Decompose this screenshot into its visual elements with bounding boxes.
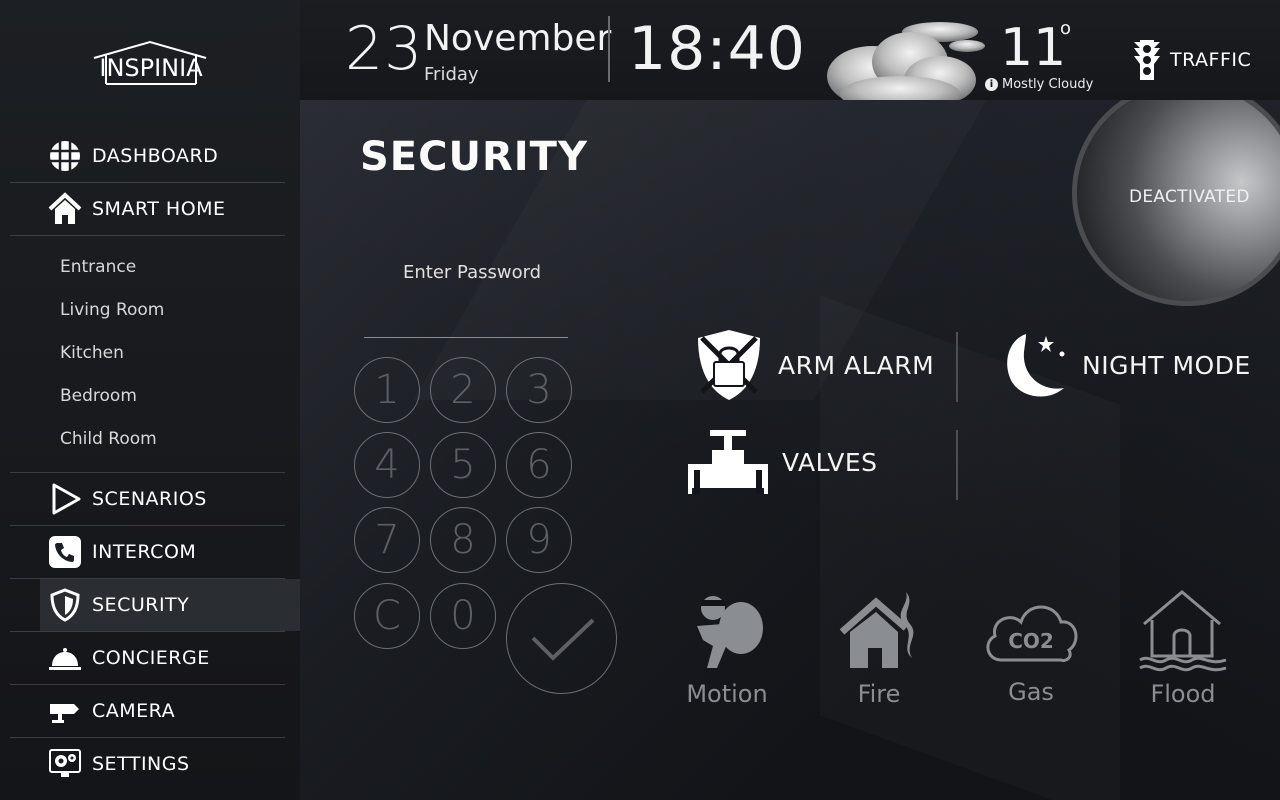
sensor-label: Motion: [686, 680, 768, 708]
date-weekday: Friday: [424, 64, 479, 85]
security-panel: DEACTIVATED SECURITY Enter Password 1 2 …: [300, 100, 1280, 800]
traffic-light-icon: [1134, 40, 1160, 80]
sidebar-item-label: SECURITY: [92, 594, 190, 616]
traffic-label: TRAFFIC: [1170, 49, 1252, 71]
sidebar-item-label: SCENARIOS: [92, 488, 207, 510]
cloud-icon: [827, 22, 985, 112]
play-icon: [48, 482, 82, 516]
grid-globe-icon: [48, 139, 82, 173]
sidebar-item-label: DASHBOARD: [92, 145, 219, 167]
sidebar-item-intercom[interactable]: INTERCOM: [0, 526, 300, 578]
sidebar-item-label: SMART HOME: [92, 198, 226, 220]
arm-alarm-label: ARM ALARM: [778, 350, 935, 380]
room-link-bedroom[interactable]: Bedroom: [60, 386, 137, 406]
keypad-key-3[interactable]: 3: [506, 357, 572, 423]
temperature-degree: o: [1060, 18, 1072, 39]
password-label: Enter Password: [403, 262, 542, 283]
temperature-value: 11: [1000, 18, 1067, 78]
action-divider: [956, 332, 958, 402]
sidebar-item-label: SETTINGS: [92, 753, 190, 775]
valves-label: VALVES: [782, 447, 878, 477]
phone-icon: [48, 535, 82, 569]
sensor-label: Fire: [857, 680, 901, 708]
sensor-motion[interactable]: Motion: [672, 588, 782, 708]
shield-lock-icon: [698, 330, 760, 400]
sidebar-item-concierge[interactable]: CONCIERGE: [0, 632, 300, 684]
burglar-icon: [697, 596, 763, 668]
traffic-button[interactable]: TRAFFIC: [1132, 36, 1251, 84]
keypad-key-2[interactable]: 2: [430, 357, 496, 423]
sidebar-item-security[interactable]: SECURITY: [40, 579, 300, 631]
co2-cloud-icon: CO2: [986, 605, 1078, 662]
inspinia-logo[interactable]: INSPINIA: [80, 38, 222, 90]
shield-icon: [48, 588, 82, 622]
keypad-key-9[interactable]: 9: [506, 507, 572, 573]
keypad-key-6[interactable]: 6: [506, 432, 572, 498]
keypad-key-8[interactable]: 8: [430, 507, 496, 573]
room-link-living-room[interactable]: Living Room: [60, 300, 164, 320]
room-link-child-room[interactable]: Child Room: [60, 429, 157, 449]
settings-gears-icon: [48, 747, 82, 781]
keypad-key-4[interactable]: 4: [354, 432, 420, 498]
sidebar-item-dashboard[interactable]: DASHBOARD: [0, 130, 300, 182]
valves-button[interactable]: VALVES: [688, 428, 878, 496]
sidebar-item-label: CONCIERGE: [92, 647, 210, 669]
home-icon: [48, 192, 82, 226]
room-link-entrance[interactable]: Entrance: [60, 257, 136, 277]
house-flood-icon: [1139, 590, 1227, 672]
keypad-key-7[interactable]: 7: [354, 507, 420, 573]
info-icon[interactable]: i: [985, 78, 998, 91]
sidebar-item-camera[interactable]: CAMERA: [0, 685, 300, 737]
header-divider: [608, 16, 610, 82]
action-divider: [956, 430, 958, 500]
arm-alarm-button[interactable]: ARM ALARM: [694, 328, 934, 402]
sidebar-item-smart-home[interactable]: SMART HOME: [0, 183, 300, 235]
sidebar-item-settings[interactable]: SETTINGS: [0, 738, 300, 790]
header-bar: 23 November Friday 18:40 11 o i Mostly C…: [300, 0, 1280, 112]
sidebar-item-label: INTERCOM: [92, 541, 197, 563]
night-mode-button[interactable]: NIGHT MODE: [996, 330, 1251, 400]
room-link-kitchen[interactable]: Kitchen: [60, 343, 124, 363]
date-day: 23: [345, 14, 424, 84]
divider: [10, 235, 285, 236]
weather-condition: i Mostly Cloudy: [985, 77, 1093, 92]
service-bell-icon: [48, 641, 82, 675]
camera-icon: [48, 694, 82, 728]
keypad-key-1[interactable]: 1: [354, 357, 420, 423]
sensor-label: Gas: [1008, 678, 1054, 706]
password-field[interactable]: [364, 290, 568, 338]
house-fire-icon: [839, 592, 914, 668]
page-title: SECURITY: [360, 134, 588, 180]
sensor-label: Flood: [1150, 680, 1216, 708]
weather-condition-text: Mostly Cloudy: [1002, 77, 1094, 92]
moon-stars-icon: [1007, 334, 1065, 397]
keypad-key-clear[interactable]: C: [354, 583, 420, 649]
logo-text: INSPINIA: [99, 54, 203, 82]
date-month: November: [424, 18, 612, 59]
sidebar: INSPINIA DASHBOARD SMART HOME Entrance L…: [0, 0, 300, 800]
checkmark-icon: [531, 618, 594, 661]
night-mode-label: NIGHT MODE: [1082, 350, 1251, 380]
sidebar-item-scenarios[interactable]: SCENARIOS: [0, 473, 300, 525]
status-label: DEACTIVATED: [1129, 187, 1250, 207]
deactivated-status-button[interactable]: DEACTIVATED: [1072, 100, 1280, 306]
sensor-flood[interactable]: Flood: [1128, 588, 1238, 708]
sensor-gas[interactable]: CO2 Gas: [976, 590, 1086, 706]
keypad-confirm-button[interactable]: [506, 583, 617, 694]
sensor-fire[interactable]: Fire: [824, 588, 934, 708]
clock-time: 18:40: [628, 14, 806, 84]
sidebar-item-label: CAMERA: [92, 700, 176, 722]
svg-text:CO2: CO2: [1008, 629, 1054, 653]
valve-icon: [688, 430, 768, 494]
keypad-key-0[interactable]: 0: [430, 583, 496, 649]
keypad-key-5[interactable]: 5: [430, 432, 496, 498]
